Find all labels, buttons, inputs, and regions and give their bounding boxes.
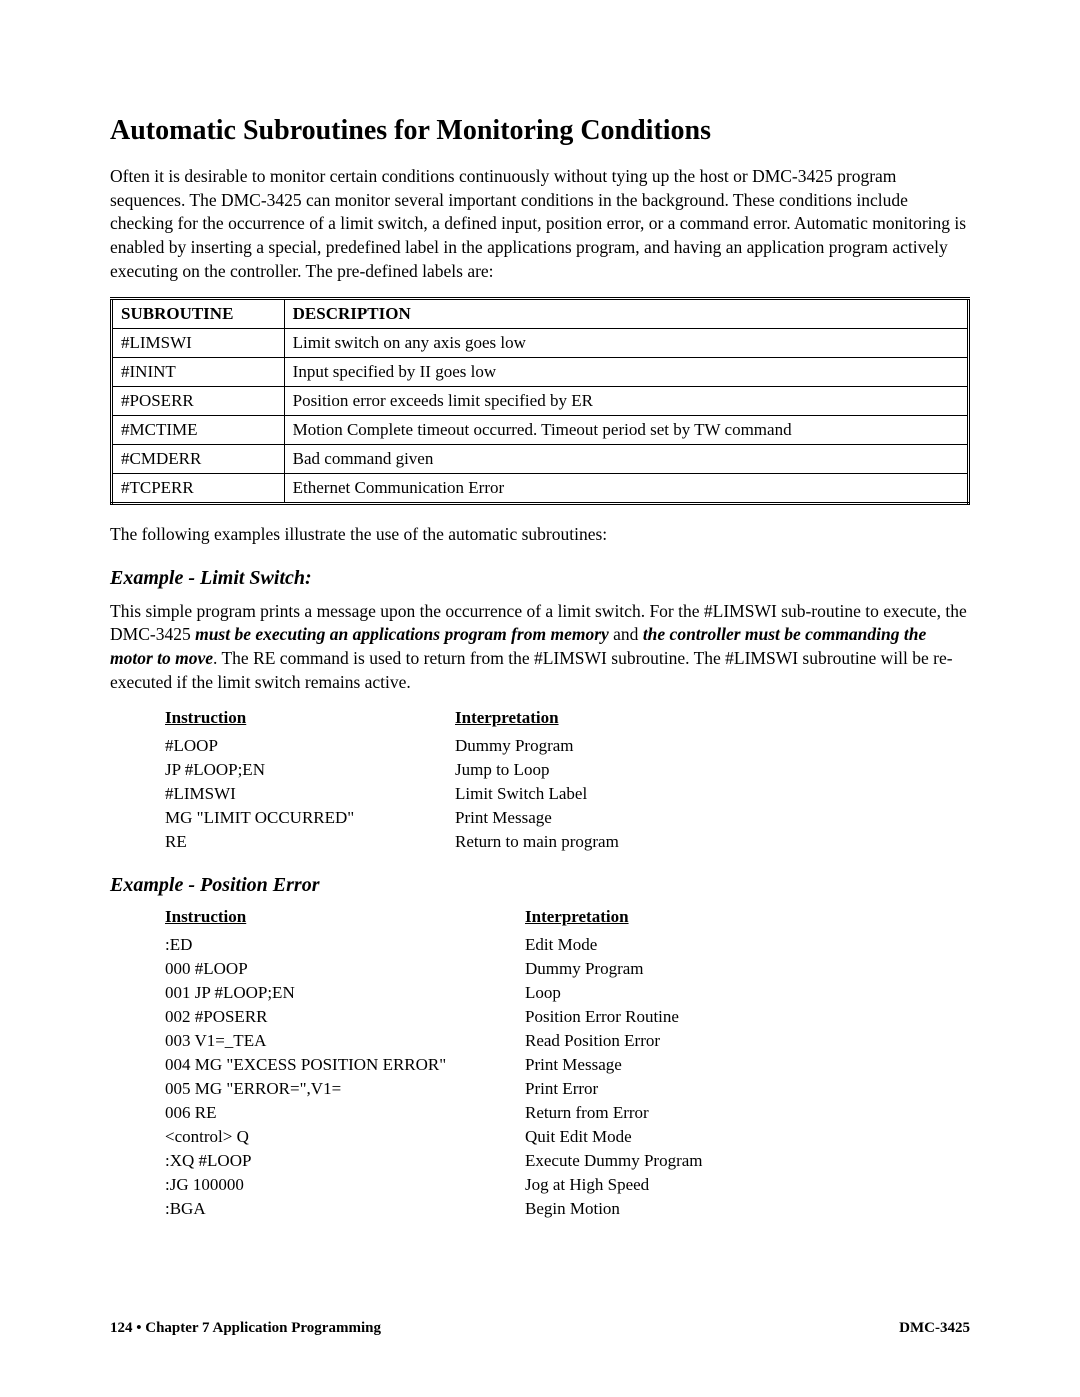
instr-cell: MG "LIMIT OCCURRED" (165, 806, 455, 830)
interp-header: Interpretation (525, 907, 703, 933)
example2-instruction-table: Instruction Interpretation :EDEdit Mode … (165, 907, 703, 1221)
instr-row: MG "LIMIT OCCURRED"Print Message (165, 806, 619, 830)
interp-cell: Return from Error (525, 1101, 703, 1125)
example2-title: Example - Position Error (110, 874, 970, 897)
page-title: Automatic Subroutines for Monitoring Con… (110, 115, 970, 147)
instr-cell: JP #LOOP;EN (165, 758, 455, 782)
instr-row: 004 MG "EXCESS POSITION ERROR"Print Mess… (165, 1053, 703, 1077)
instr-row: <control> QQuit Edit Mode (165, 1125, 703, 1149)
instr-cell: :ED (165, 933, 525, 957)
footer-right: DMC-3425 (899, 1320, 970, 1337)
table-header-subroutine: SUBROUTINE (112, 299, 285, 329)
instr-cell: #LIMSWI (165, 782, 455, 806)
interp-cell: Dummy Program (525, 957, 703, 981)
instr-row: 001 JP #LOOP;ENLoop (165, 981, 703, 1005)
desc-cell: Motion Complete timeout occurred. Timeou… (284, 416, 968, 445)
table-row: #TCPERREthernet Communication Error (112, 474, 969, 504)
instr-row: 003 V1=_TEARead Position Error (165, 1029, 703, 1053)
instr-cell: 005 MG "ERROR=",V1= (165, 1077, 525, 1101)
intro-paragraph: Often it is desirable to monitor certain… (110, 165, 970, 283)
sub-cell: #POSERR (112, 387, 285, 416)
instr-row: 002 #POSERRPosition Error Routine (165, 1005, 703, 1029)
instr-row: JP #LOOP;ENJump to Loop (165, 758, 619, 782)
instr-header: Instruction (165, 907, 525, 933)
text: . The RE command is used to return from … (110, 648, 953, 692)
instr-row: #LOOPDummy Program (165, 734, 619, 758)
instr-cell: <control> Q (165, 1125, 525, 1149)
desc-cell: Limit switch on any axis goes low (284, 329, 968, 358)
desc-cell: Ethernet Communication Error (284, 474, 968, 504)
instr-cell: 000 #LOOP (165, 957, 525, 981)
instr-cell: 001 JP #LOOP;EN (165, 981, 525, 1005)
interp-cell: Print Error (525, 1077, 703, 1101)
sub-cell: #MCTIME (112, 416, 285, 445)
instr-cell: 003 V1=_TEA (165, 1029, 525, 1053)
interp-cell: Position Error Routine (525, 1005, 703, 1029)
page-footer: 124 • Chapter 7 Application Programming … (110, 1320, 970, 1337)
sub-cell: #ININT (112, 358, 285, 387)
example1-instruction-table: Instruction Interpretation #LOOPDummy Pr… (165, 708, 619, 854)
example1-paragraph: This simple program prints a message upo… (110, 600, 970, 695)
desc-cell: Bad command given (284, 445, 968, 474)
emph-text: must be executing an applications progra… (195, 624, 609, 644)
instr-cell: :BGA (165, 1197, 525, 1221)
instr-row: 005 MG "ERROR=",V1=Print Error (165, 1077, 703, 1101)
interp-cell: Print Message (525, 1053, 703, 1077)
interp-cell: Jump to Loop (455, 758, 619, 782)
interp-cell: Loop (525, 981, 703, 1005)
interp-cell: Print Message (455, 806, 619, 830)
instr-row: #LIMSWILimit Switch Label (165, 782, 619, 806)
example1-title: Example - Limit Switch: (110, 567, 970, 590)
table-row: #MCTIMEMotion Complete timeout occurred.… (112, 416, 969, 445)
interp-cell: Edit Mode (525, 933, 703, 957)
instr-cell: :XQ #LOOP (165, 1149, 525, 1173)
instr-row: :BGABegin Motion (165, 1197, 703, 1221)
table-row: #LIMSWILimit switch on any axis goes low (112, 329, 969, 358)
instr-cell: 006 RE (165, 1101, 525, 1125)
text: and (609, 624, 643, 644)
instr-row: :JG 100000Jog at High Speed (165, 1173, 703, 1197)
sub-cell: #LIMSWI (112, 329, 285, 358)
interp-cell: Read Position Error (525, 1029, 703, 1053)
footer-left: 124 • Chapter 7 Application Programming (110, 1320, 381, 1337)
interp-cell: Quit Edit Mode (525, 1125, 703, 1149)
after-table-text: The following examples illustrate the us… (110, 523, 970, 547)
interp-cell: Execute Dummy Program (525, 1149, 703, 1173)
table-row: #CMDERRBad command given (112, 445, 969, 474)
sub-cell: #CMDERR (112, 445, 285, 474)
instr-row: :XQ #LOOPExecute Dummy Program (165, 1149, 703, 1173)
instr-cell: 004 MG "EXCESS POSITION ERROR" (165, 1053, 525, 1077)
instr-cell: RE (165, 830, 455, 854)
interp-cell: Return to main program (455, 830, 619, 854)
interp-cell: Limit Switch Label (455, 782, 619, 806)
interp-cell: Jog at High Speed (525, 1173, 703, 1197)
desc-cell: Input specified by II goes low (284, 358, 968, 387)
instr-header: Instruction (165, 708, 455, 734)
instr-row: :EDEdit Mode (165, 933, 703, 957)
interp-cell: Begin Motion (525, 1197, 703, 1221)
interp-cell: Dummy Program (455, 734, 619, 758)
page: Automatic Subroutines for Monitoring Con… (0, 0, 1080, 1397)
instr-cell: :JG 100000 (165, 1173, 525, 1197)
instr-cell: #LOOP (165, 734, 455, 758)
table-header-description: DESCRIPTION (284, 299, 968, 329)
instr-row: 000 #LOOPDummy Program (165, 957, 703, 981)
table-row: #ININTInput specified by II goes low (112, 358, 969, 387)
sub-cell: #TCPERR (112, 474, 285, 504)
interp-header: Interpretation (455, 708, 619, 734)
table-row: #POSERRPosition error exceeds limit spec… (112, 387, 969, 416)
desc-cell: Position error exceeds limit specified b… (284, 387, 968, 416)
subroutine-table: SUBROUTINE DESCRIPTION #LIMSWILimit swit… (110, 297, 970, 505)
instr-row: 006 REReturn from Error (165, 1101, 703, 1125)
instr-row: REReturn to main program (165, 830, 619, 854)
instr-cell: 002 #POSERR (165, 1005, 525, 1029)
